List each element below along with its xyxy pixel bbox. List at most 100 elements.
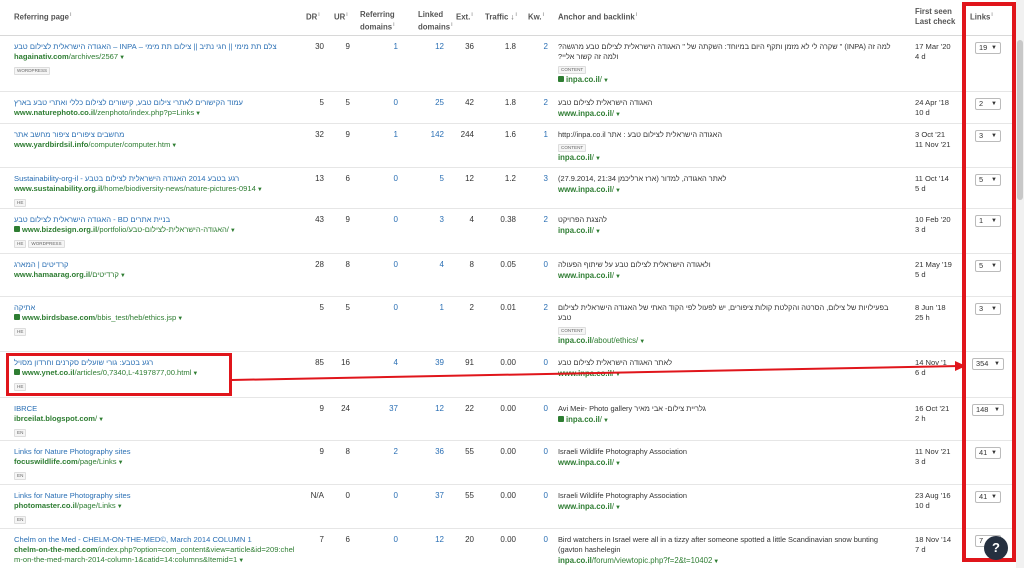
header-dr[interactable]: DRi [306, 10, 320, 23]
backlink-domain[interactable]: www.inpa.co.il [558, 458, 612, 467]
chevron-down-icon[interactable]: ▼ [615, 112, 621, 118]
referring-domain[interactable]: chelm-on-the-med.com [14, 545, 98, 554]
kw-value[interactable]: 2 [522, 303, 548, 313]
kw-value[interactable]: 0 [522, 535, 548, 545]
chevron-down-icon[interactable]: ▼ [118, 460, 124, 466]
backlink-domain[interactable]: www.inpa.co.il [558, 502, 612, 511]
scrollbar-thumb[interactable] [1017, 40, 1023, 200]
referring-page-url[interactable]: www.birdsbase.com/bbis_test/heb/ethics.j… [14, 313, 299, 324]
kw-value[interactable]: 3 [522, 174, 548, 184]
linked-domains-value[interactable]: 12 [418, 42, 444, 52]
referring-path[interactable]: /bbis_test/heb/ethics.jsp [95, 313, 176, 322]
kw-value[interactable]: 0 [522, 358, 548, 368]
referring-page-title[interactable]: מחשבים ציפורים ציפור מחשב אתר [14, 130, 299, 140]
backlink-path[interactable]: / [612, 271, 614, 280]
kw-value[interactable]: 1 [522, 130, 548, 140]
ref-domains-value[interactable]: 0 [372, 260, 398, 270]
referring-domain[interactable]: photomaster.co.il [14, 501, 77, 510]
header-referring-page[interactable]: Referring pagei [14, 10, 71, 23]
scrollbar[interactable] [1016, 0, 1024, 568]
referring-domain[interactable]: www.sustainability.org.il [14, 184, 102, 193]
backlink-url[interactable]: inpa.co.il/forum/viewtopic.php?f=2&t=104… [558, 556, 898, 567]
chevron-down-icon[interactable]: ▼ [177, 316, 183, 322]
backlink-domain[interactable]: inpa.co.il [566, 75, 600, 84]
backlink-domain[interactable]: inpa.co.il [558, 226, 592, 235]
referring-domain[interactable]: ibrceilat.blogspot.com [14, 414, 95, 423]
backlink-url[interactable]: inpa.co.il/about/ethics/▼ [558, 336, 898, 347]
chevron-down-icon[interactable]: ▼ [603, 78, 609, 84]
referring-domain[interactable]: www.bizdesign.org.il [22, 225, 97, 234]
header-referring-domains[interactable]: Referring domainsi [360, 10, 404, 33]
referring-page-title[interactable]: IBRCE [14, 404, 299, 414]
referring-path[interactable]: /computer/computer.htm [88, 140, 170, 149]
header-kw[interactable]: Kw.i [528, 10, 544, 23]
ref-domains-value[interactable]: 0 [372, 174, 398, 184]
referring-domain[interactable]: www.naturephoto.co.il [14, 108, 95, 117]
backlink-path[interactable]: / [592, 226, 594, 235]
referring-path[interactable]: /קרדיטים [90, 270, 119, 279]
ref-domains-value[interactable]: 0 [372, 303, 398, 313]
referring-path[interactable]: /page/Links [78, 457, 117, 466]
referring-path[interactable]: /zenphoto/index.php?p=Links [95, 108, 194, 117]
referring-page-title[interactable]: Links for Nature Photography sites [14, 447, 299, 457]
chevron-down-icon[interactable]: ▼ [117, 504, 123, 510]
backlink-url[interactable]: www.inpa.co.il/▼ [558, 109, 898, 120]
ref-domains-value[interactable]: 0 [372, 535, 398, 545]
backlink-domain[interactable]: inpa.co.il [558, 556, 592, 565]
referring-page-url[interactable]: www.sustainability.org.il/home/biodivers… [14, 184, 299, 195]
referring-path[interactable]: /portfolio/האגודה-הישראלית-לצילום-טבע/ [97, 225, 229, 234]
backlink-domain[interactable]: inpa.co.il [558, 336, 592, 345]
backlink-domain[interactable]: inpa.co.il [566, 415, 600, 424]
referring-domain[interactable]: focuswildlife.com [14, 457, 78, 466]
backlink-path[interactable]: /about/ethics/ [592, 336, 638, 345]
chevron-down-icon[interactable]: ▼ [98, 417, 104, 423]
backlink-url[interactable]: inpa.co.il/▼ [558, 153, 898, 164]
chevron-down-icon[interactable]: ▼ [238, 558, 244, 564]
kw-value[interactable]: 0 [522, 447, 548, 457]
referring-page-title[interactable]: Links for Nature Photography sites [14, 491, 299, 501]
referring-page-title[interactable]: Sustainability-org-il - רגע בטבע 2014 הא… [14, 174, 299, 184]
referring-path[interactable]: /archives/2567 [69, 52, 118, 61]
chevron-down-icon[interactable]: ▼ [595, 229, 601, 235]
referring-page-url[interactable]: hagainativ.com/archives/2567▼ [14, 52, 299, 63]
chevron-down-icon[interactable]: ▼ [195, 111, 201, 117]
backlink-path[interactable]: / [600, 415, 602, 424]
linked-domains-value[interactable]: 1 [418, 303, 444, 313]
header-first-seen[interactable]: First seen Last check [915, 7, 955, 27]
linked-domains-value[interactable]: 142 [418, 130, 444, 140]
referring-path[interactable]: /home/biodiversity-news/nature-pictures-… [102, 184, 256, 193]
chevron-down-icon[interactable]: ▼ [595, 156, 601, 162]
chevron-down-icon[interactable]: ▼ [120, 273, 126, 279]
referring-page-title[interactable]: צלם תת מימי || חגי נתיב || צילום תת מימי… [14, 42, 299, 52]
header-ur[interactable]: URi [334, 10, 348, 23]
help-button[interactable]: ? [984, 536, 1008, 560]
referring-domain[interactable]: www.hamaarag.org.il [14, 270, 90, 279]
referring-page-title[interactable]: קרדיטים | המארג [14, 260, 299, 270]
ref-domains-value[interactable]: 0 [372, 98, 398, 108]
referring-page-url[interactable]: www.hamaarag.org.il/קרדיטים▼ [14, 270, 299, 281]
linked-domains-value[interactable]: 37 [418, 491, 444, 501]
ref-domains-value[interactable]: 0 [372, 491, 398, 501]
backlink-url[interactable]: www.inpa.co.il/▼ [558, 458, 898, 469]
chevron-down-icon[interactable]: ▼ [713, 559, 719, 565]
chevron-down-icon[interactable]: ▼ [615, 505, 621, 511]
referring-page-url[interactable]: photomaster.co.il/page/Links▼ [14, 501, 299, 512]
backlink-url[interactable]: www.inpa.co.il/▼ [558, 185, 898, 196]
backlink-url[interactable]: inpa.co.il/▼ [558, 75, 898, 86]
ref-domains-value[interactable]: 37 [372, 404, 398, 414]
kw-value[interactable]: 2 [522, 98, 548, 108]
backlink-path[interactable]: / [600, 75, 602, 84]
referring-path[interactable]: /page/Links [77, 501, 116, 510]
kw-value[interactable]: 2 [522, 215, 548, 225]
kw-value[interactable]: 0 [522, 491, 548, 501]
linked-domains-value[interactable]: 4 [418, 260, 444, 270]
chevron-down-icon[interactable]: ▼ [119, 55, 125, 61]
kw-value[interactable]: 0 [522, 404, 548, 414]
header-linked-domains[interactable]: Linked domainsi [418, 10, 452, 33]
backlink-path[interactable]: / [592, 153, 594, 162]
backlink-path[interactable]: /forum/viewtopic.php?f=2&t=10402 [592, 556, 713, 565]
ref-domains-value[interactable]: 0 [372, 215, 398, 225]
chevron-down-icon[interactable]: ▼ [615, 188, 621, 194]
chevron-down-icon[interactable]: ▼ [615, 372, 621, 378]
chevron-down-icon[interactable]: ▼ [230, 228, 236, 234]
